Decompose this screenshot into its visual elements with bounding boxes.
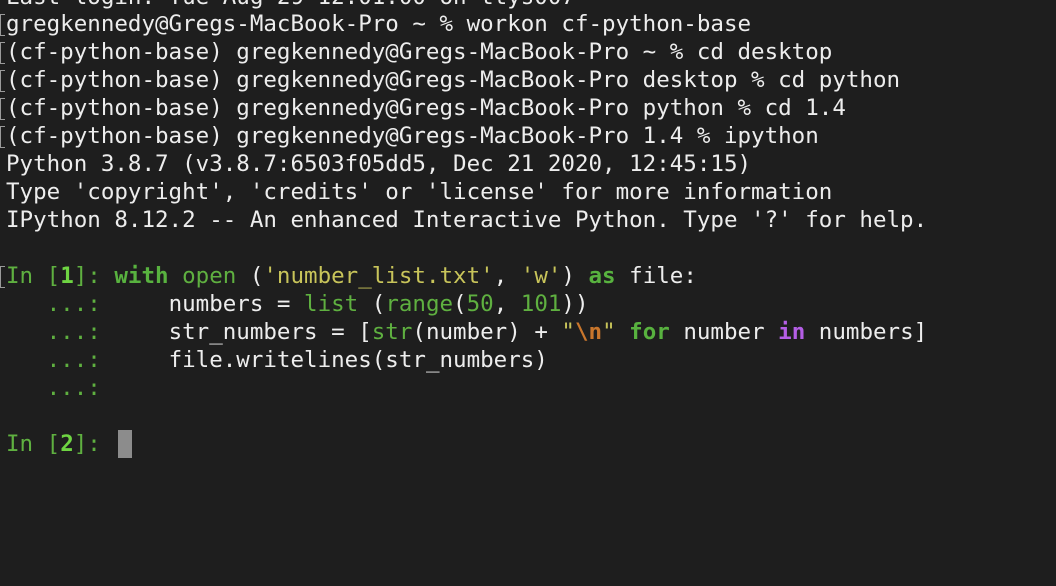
open-paren: ( [453, 291, 467, 317]
code-line: ...: [6, 374, 114, 402]
continuation-prompt: ...: [6, 319, 115, 345]
input-prompt-line[interactable]: In [2]: [6, 430, 114, 458]
close-paren: ) [561, 263, 589, 289]
iterable: numbers] [805, 319, 928, 345]
open-paren: ( [358, 291, 386, 317]
open-paren: ( [236, 263, 264, 289]
shell-line: (cf-python-base) gregkennedy@Gregs-MacBo… [6, 39, 833, 65]
comma: , [493, 291, 521, 317]
continuation-prompt: ...: [6, 347, 115, 373]
command-mark [0, 266, 5, 288]
command-mark [0, 126, 5, 148]
keyword-for: for [629, 319, 670, 345]
in-prompt: In [ [6, 263, 61, 289]
shell-line: (cf-python-base) gregkennedy@Gregs-MacBo… [6, 123, 819, 149]
shell-line: (cf-python-base) gregkennedy@Gregs-MacBo… [6, 95, 846, 121]
prompt-number: 1 [60, 263, 74, 289]
copyright-hint-line: Type 'copyright', 'credits' or 'license'… [6, 179, 833, 205]
string-quote: " [602, 319, 616, 345]
in-prompt: In [ [6, 431, 61, 457]
in-prompt-end: ]: [73, 263, 115, 289]
in-prompt-end: ]: [73, 431, 115, 457]
text-cursor[interactable] [118, 430, 132, 458]
keyword-as: as [588, 263, 616, 289]
as-target: file: [615, 263, 697, 289]
builtin-open: open [182, 263, 237, 289]
builtin-range: range [385, 291, 454, 317]
code-line: ...: numbers = list (range(50, 101)) [6, 290, 589, 318]
command-mark [0, 70, 5, 92]
assignment: str_numbers = [ [168, 319, 372, 345]
string-mode: 'w' [520, 263, 562, 289]
command-mark [0, 42, 5, 64]
shell-line: gregkennedy@Gregs-MacBook-Pro ~ % workon… [6, 11, 752, 37]
ipython-version-line: IPython 8.12.2 -- An enhanced Interactiv… [6, 207, 928, 233]
loop-variable: number [669, 319, 779, 345]
command-mark [0, 14, 5, 36]
shell-line: (cf-python-base) gregkennedy@Gregs-MacBo… [6, 67, 901, 93]
code-line: ...: str_numbers = [str(number) + "\n" f… [6, 318, 928, 346]
builtin-list: list [304, 291, 359, 317]
python-version-line: Python 3.8.7 (v3.8.7:6503f05dd5, Dec 21 … [6, 151, 752, 177]
string-quote: " [561, 319, 575, 345]
code-line: In [1]: with open ('number_list.txt', 'w… [6, 262, 697, 290]
continuation-prompt: ...: [6, 375, 115, 401]
string-filename: 'number_list.txt' [263, 263, 494, 289]
command-mark [0, 98, 5, 120]
code-line: ...: file.writelines(str_numbers) [6, 346, 548, 374]
number-literal: 101 [520, 291, 562, 317]
keyword-with: with [114, 263, 169, 289]
prompt-number: 2 [60, 431, 74, 457]
number-literal: 50 [466, 291, 494, 317]
terminal-window[interactable]: Last login: Tue Aug 29 12:01:00 on ttys0… [0, 0, 1056, 586]
close-paren: )) [561, 291, 589, 317]
method-call: file.writelines(str_numbers) [168, 347, 548, 373]
keyword-in: in [778, 319, 806, 345]
string-escape: \n [574, 319, 603, 345]
assignment: numbers = [168, 291, 305, 317]
builtin-str: str [371, 319, 413, 345]
expression: (number) + [412, 319, 562, 345]
continuation-prompt: ...: [6, 291, 115, 317]
comma: , [493, 263, 521, 289]
